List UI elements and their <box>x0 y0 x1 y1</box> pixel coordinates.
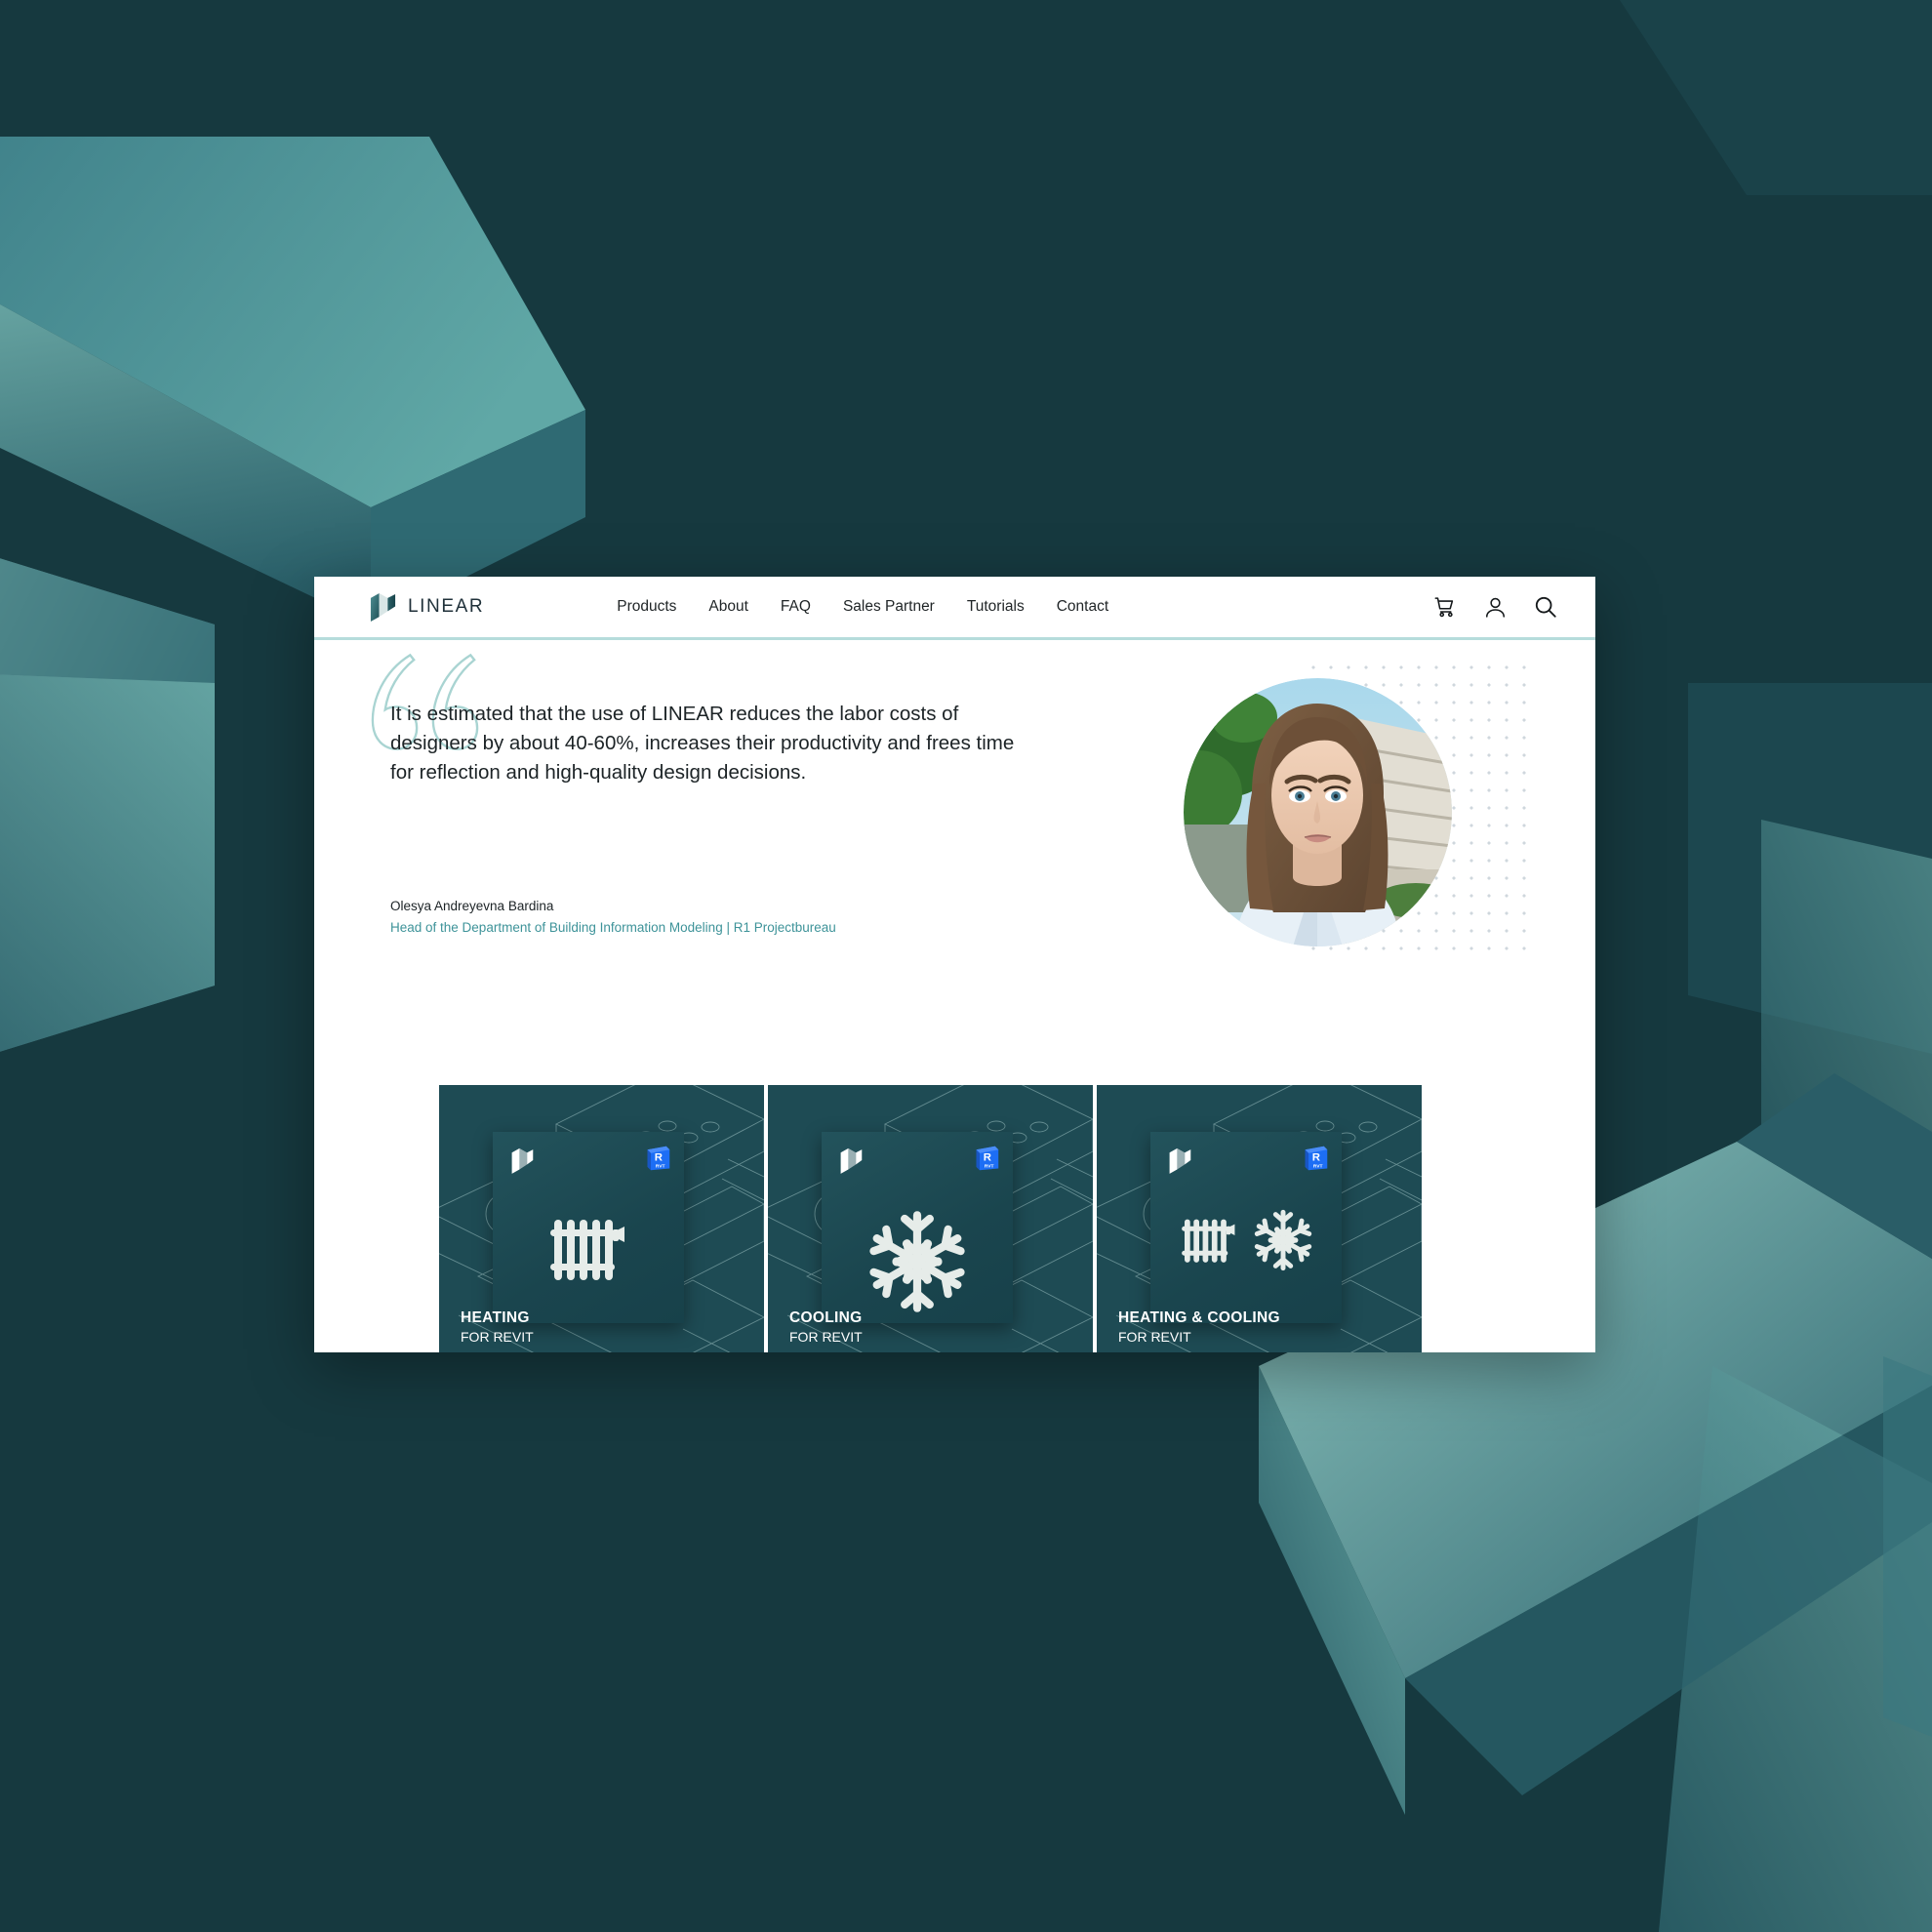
author-role: Head of the Department of Building Infor… <box>390 920 836 935</box>
product-card-cooling[interactable]: R RVT COOLING FOR REVIT <box>768 1085 1093 1352</box>
product-icon-group <box>822 1208 1013 1315</box>
svg-text:R: R <box>984 1152 991 1164</box>
card-title: COOLING <box>789 1309 863 1326</box>
product-box: R RVT <box>493 1132 684 1323</box>
product-card-heating-cooling[interactable]: R RVT HEATING & COOLING FOR REVIT <box>1097 1085 1422 1352</box>
nav-item-tutorials[interactable]: Tutorials <box>967 598 1025 616</box>
author-name: Olesya Andreyevna Bardina <box>390 899 554 913</box>
portrait-zone <box>1184 659 1529 971</box>
header-icon-group <box>1433 594 1558 620</box>
linear-cube-logo-icon <box>840 1147 863 1174</box>
product-icon-group <box>493 1208 684 1290</box>
search-icon[interactable] <box>1533 594 1558 620</box>
site-header: LINEAR Products About FAQ Sales Partner … <box>314 577 1595 640</box>
linear-cube-logo-icon <box>1169 1147 1191 1174</box>
brand-name: LINEAR <box>408 596 485 617</box>
product-card-heating[interactable]: R RVT HEATING FOR REVIT <box>439 1085 764 1352</box>
svg-text:R: R <box>1312 1152 1320 1164</box>
card-title: HEATING <box>461 1309 530 1326</box>
card-subtitle: FOR REVIT <box>461 1329 534 1345</box>
svg-text:RVT: RVT <box>656 1164 665 1170</box>
radiator-icon <box>550 1220 624 1280</box>
card-caption: HEATING & COOLING FOR REVIT <box>1118 1308 1280 1347</box>
product-box: R RVT <box>1150 1132 1342 1323</box>
card-title: HEATING & COOLING <box>1118 1309 1280 1326</box>
revit-badge-icon: R RVT <box>647 1146 670 1171</box>
main-nav: Products About FAQ Sales Partner Tutoria… <box>617 598 1108 616</box>
nav-item-faq[interactable]: FAQ <box>781 598 811 616</box>
avatar <box>1184 678 1452 946</box>
card-caption: HEATING FOR REVIT <box>461 1308 534 1347</box>
portrait-photo <box>1184 678 1452 946</box>
card-subtitle: FOR REVIT <box>1118 1329 1191 1345</box>
nav-item-about[interactable]: About <box>708 598 748 616</box>
product-icon-group <box>1150 1208 1342 1272</box>
shopping-cart-icon[interactable] <box>1433 595 1458 620</box>
svg-text:R: R <box>655 1152 663 1164</box>
linear-cube-logo-icon <box>370 592 396 622</box>
revit-badge-icon: R RVT <box>1305 1146 1328 1171</box>
card-caption: COOLING FOR REVIT <box>789 1308 863 1347</box>
brand-logo[interactable]: LINEAR <box>369 592 484 623</box>
revit-badge-icon: R RVT <box>976 1146 999 1171</box>
card-subtitle: FOR REVIT <box>789 1329 863 1345</box>
snowflake-icon <box>869 1211 965 1312</box>
nav-item-sales-partner[interactable]: Sales Partner <box>843 598 935 616</box>
testimonial-quote: It is estimated that the use of LINEAR r… <box>390 703 1015 784</box>
nav-item-contact[interactable]: Contact <box>1057 598 1108 616</box>
linear-cube-logo-icon <box>511 1147 534 1174</box>
snowflake-icon <box>1254 1209 1312 1271</box>
product-box: R RVT <box>822 1132 1013 1323</box>
radiator-icon <box>1182 1219 1235 1263</box>
testimonial-attribution: Olesya Andreyevna Bardina Head of the De… <box>390 897 836 938</box>
quote-block: It is estimated that the use of LINEAR r… <box>371 653 1015 787</box>
svg-text:RVT: RVT <box>1313 1164 1323 1170</box>
user-account-icon[interactable] <box>1483 595 1508 620</box>
product-card-row: R RVT HEATING FOR REVIT R RVT COOLING FO… <box>439 1085 1422 1352</box>
browser-window: LINEAR Products About FAQ Sales Partner … <box>314 577 1595 1352</box>
svg-text:RVT: RVT <box>985 1164 994 1170</box>
nav-item-products[interactable]: Products <box>617 598 676 616</box>
testimonial-section: It is estimated that the use of LINEAR r… <box>314 637 1595 1018</box>
